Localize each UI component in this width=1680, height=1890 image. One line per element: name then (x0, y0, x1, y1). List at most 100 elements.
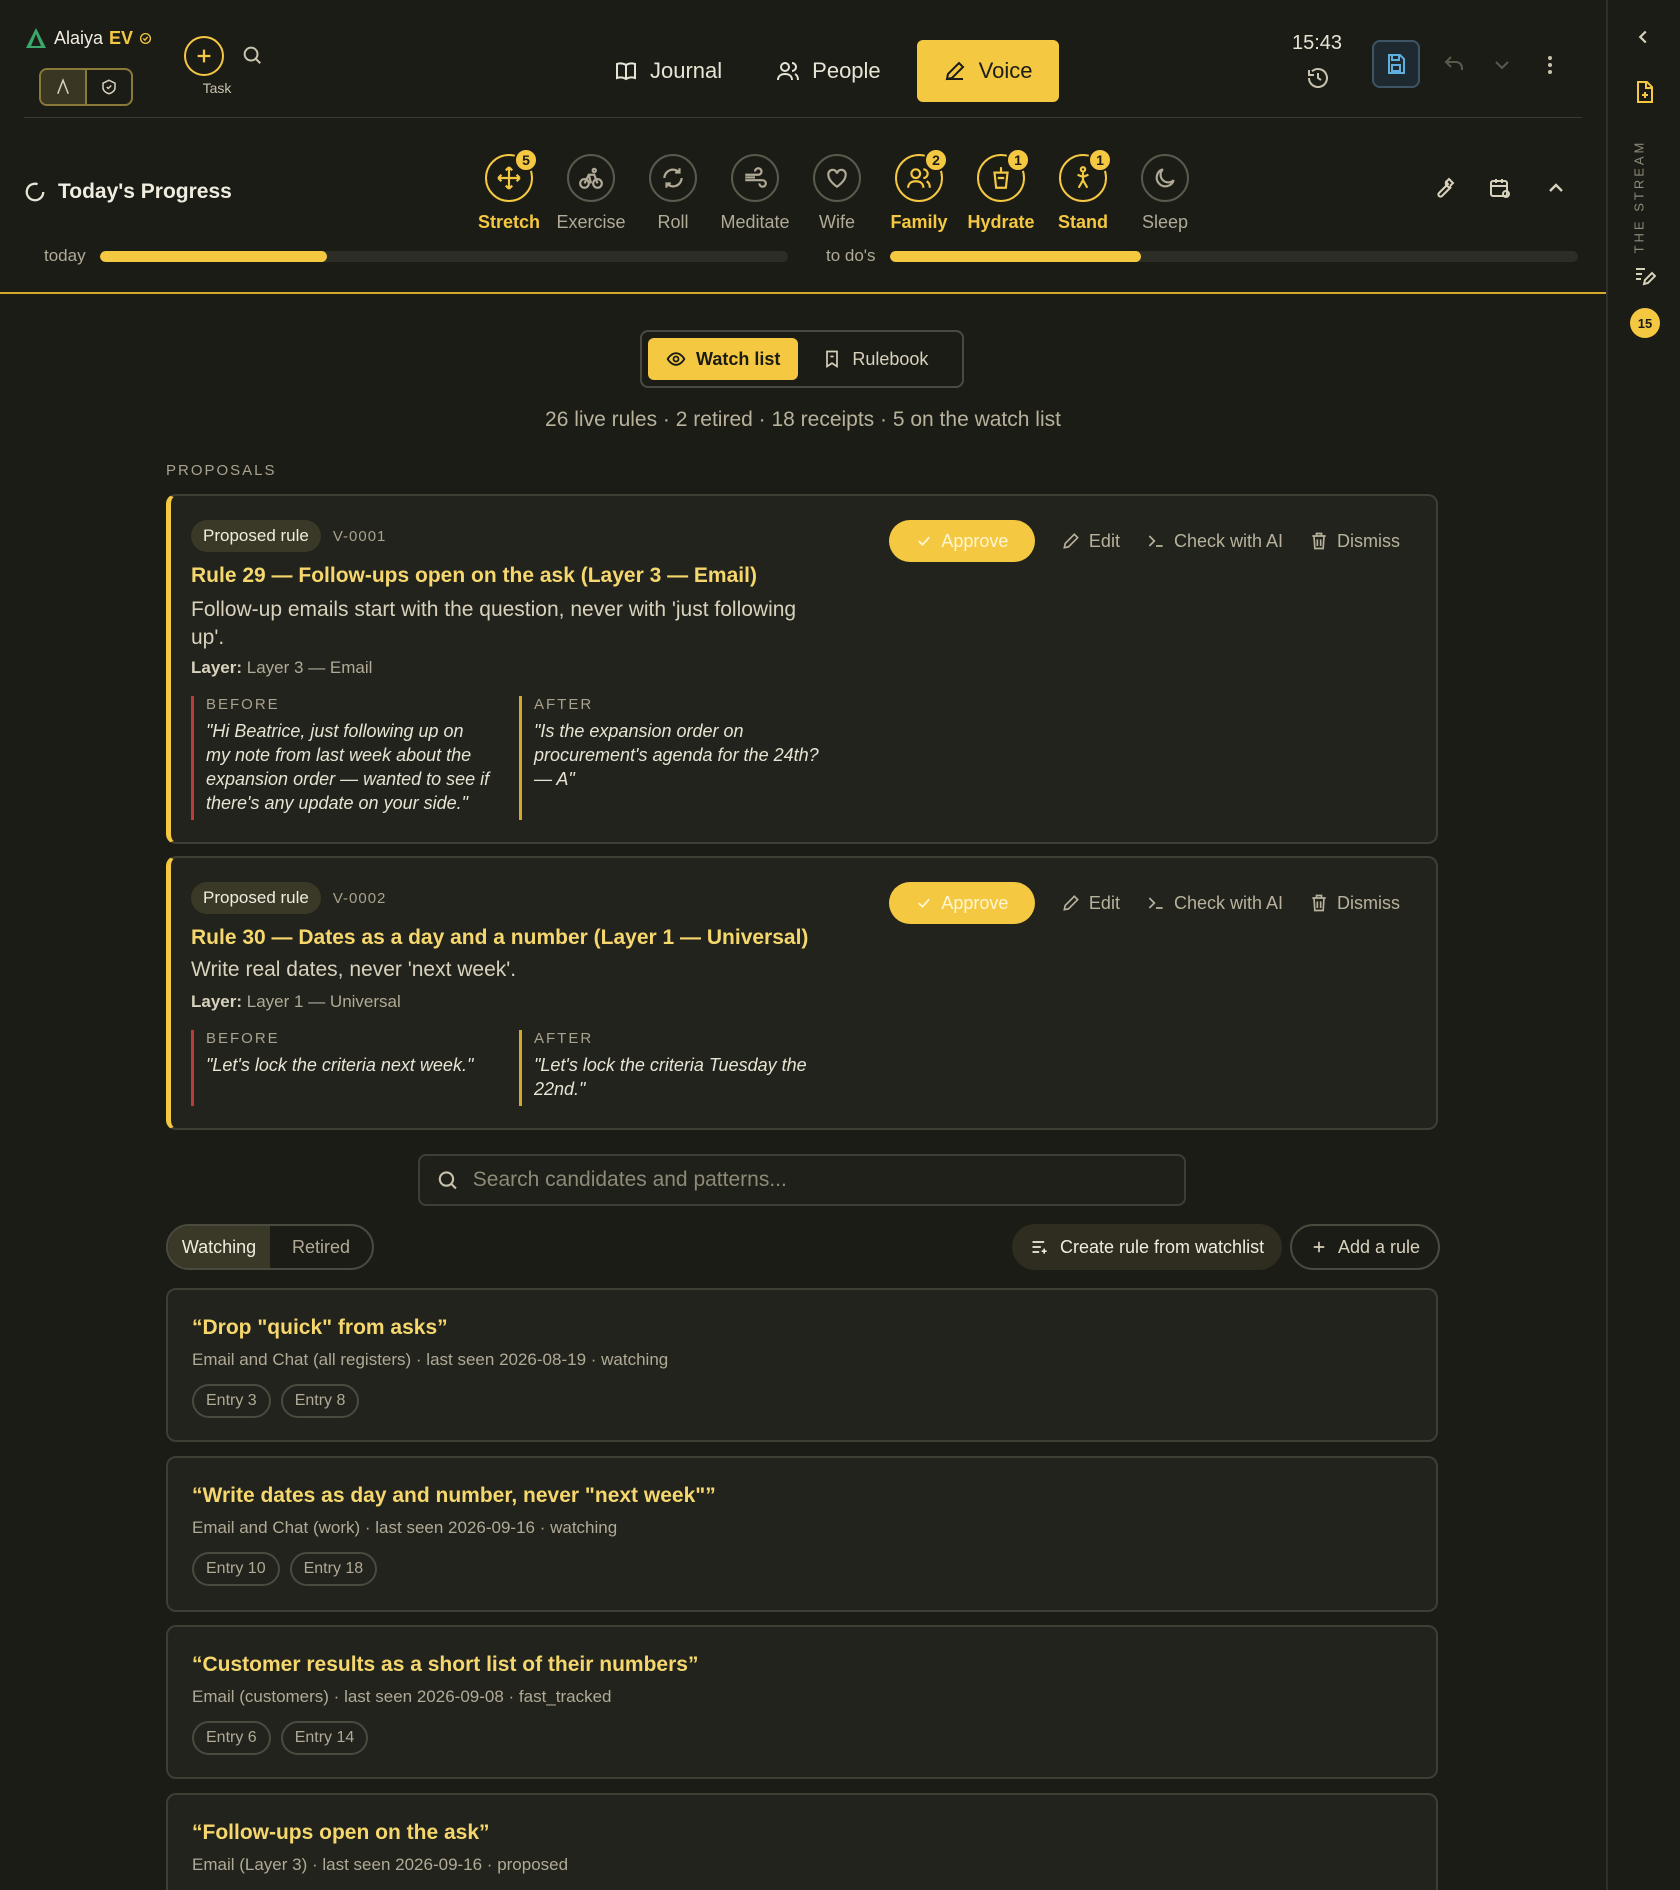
watch-entries: Entry 10 Entry 18 (192, 1552, 378, 1586)
today-progress-fill (99, 250, 327, 262)
watch-card[interactable]: “Write dates as day and number, never "n… (166, 1456, 1438, 1612)
before-example: BEFORE "Hi Beatrice, just following up o… (191, 696, 491, 820)
plus-icon (197, 49, 211, 63)
rulebook-tab[interactable]: Rulebook (804, 338, 946, 380)
retired-tab[interactable]: Retired (270, 1226, 372, 1268)
entry-chip[interactable]: Entry 14 (280, 1721, 369, 1755)
habit-stretch[interactable]: Stretch 5 (468, 148, 550, 233)
search-input[interactable] (472, 1168, 1168, 1192)
nav-voice[interactable]: Voice (916, 40, 1059, 102)
more-vertical-icon (1548, 56, 1552, 74)
habit-roll[interactable]: Roll (632, 154, 714, 233)
list-plus-icon (1032, 1241, 1047, 1254)
check-with-ai-button[interactable]: Check with AI (1146, 531, 1283, 552)
watch-card[interactable]: “Customer results as a short list of the… (166, 1625, 1438, 1779)
proposal-layer: Layer: Layer 1 — Universal (191, 992, 401, 1012)
new-note-button[interactable] (1632, 80, 1656, 104)
habit-label: Meditate (720, 212, 790, 232)
add-task-button[interactable] (184, 36, 224, 76)
nav-journal[interactable]: Journal (596, 40, 740, 102)
nav-journal-label: Journal (650, 58, 723, 83)
watch-list-tab[interactable]: Watch list (648, 338, 799, 380)
check-with-ai-button[interactable]: Check with AI (1146, 893, 1283, 914)
todos-progress-row: to do's (826, 246, 1578, 266)
create-rule-button[interactable]: Create rule from watchlist (1012, 1224, 1283, 1270)
check-label: Check with AI (1173, 892, 1283, 913)
search-button[interactable] (241, 44, 263, 66)
proposals-heading: PROPOSALS (166, 462, 277, 479)
wind-icon (745, 167, 767, 188)
habit-label: Hydrate (967, 212, 1035, 232)
approve-button[interactable]: Approve (888, 520, 1035, 562)
watch-status-toggle: Watching Retired (166, 1224, 374, 1270)
brand-logo[interactable]: Alaiya EV (24, 26, 152, 50)
eye-icon (666, 352, 686, 366)
entry-chip[interactable]: Entry 3 (192, 1384, 271, 1418)
layer-value: Layer 3 — Email (246, 658, 373, 677)
collapse-rail-button[interactable] (1632, 26, 1654, 48)
nav-people[interactable]: People (758, 40, 899, 102)
watch-card[interactable]: “Drop "quick" from asks” Email and Chat … (166, 1288, 1438, 1442)
watch-title: “Drop "quick" from asks” (192, 1316, 448, 1339)
watch-card[interactable]: “Follow-ups open on the ask” Email (Laye… (166, 1793, 1438, 1890)
after-example: AFTER "Let's lock the criteria Tuesday t… (519, 1030, 819, 1106)
dismiss-button[interactable]: Dismiss (1309, 531, 1400, 552)
entry-chip[interactable]: Entry 8 (280, 1384, 360, 1418)
watch-meta: Email and Chat (all registers) · last se… (192, 1350, 669, 1369)
undo-button[interactable] (1442, 53, 1466, 77)
habit-meditate[interactable]: Meditate (714, 154, 796, 233)
proposal-pill: Proposed rule (191, 520, 321, 552)
proposal-header: Proposed rule V-0002 (191, 882, 386, 914)
approve-button[interactable]: Approve (888, 882, 1035, 924)
wife-icon-circle (813, 154, 861, 202)
after-quote: "Let's lock the criteria Tuesday the 22n… (534, 1055, 807, 1099)
undo-icon (1444, 56, 1463, 70)
entry-chip[interactable]: Entry 10 (192, 1552, 280, 1586)
habit-label: Sleep (1141, 212, 1189, 232)
calendar-settings-icon[interactable] (1488, 176, 1512, 200)
stream-count-badge[interactable]: 15 (1630, 308, 1660, 338)
top-bar: Alaiya EV Task Journal People Voice 15:4… (24, 20, 1582, 118)
refresh-icon (663, 168, 683, 188)
proposal-actions: Approve Edit Check with AI Dismiss (888, 520, 1400, 562)
watching-tab[interactable]: Watching (168, 1226, 270, 1268)
terminal-icon (1148, 535, 1163, 547)
brand-suffix: EV (109, 27, 134, 48)
save-button[interactable] (1372, 40, 1420, 88)
add-rule-label: Add a rule (1338, 1236, 1421, 1257)
add-rule-button[interactable]: Add a rule (1290, 1224, 1441, 1270)
entry-chip[interactable]: Entry 18 (289, 1552, 378, 1586)
habit-label: Wife (819, 212, 855, 232)
history-button[interactable] (1306, 66, 1330, 90)
edit-button[interactable]: Edit (1061, 893, 1120, 914)
mode-writer[interactable] (41, 70, 87, 104)
proposal-card: Proposed rule V-0001 Rule 29 — Follow-up… (166, 494, 1438, 844)
habit-exercise[interactable]: Exercise (550, 154, 632, 233)
today-progress-track (99, 250, 788, 262)
edit-button[interactable]: Edit (1061, 531, 1120, 552)
pen-icon (945, 61, 965, 81)
more-menu-button[interactable] (1538, 53, 1562, 77)
search-bar (418, 1154, 1186, 1206)
habit-wife[interactable]: Wife (796, 154, 878, 233)
wrench-icon[interactable] (1432, 176, 1456, 200)
terminal-icon (1148, 897, 1163, 909)
habit-sleep[interactable]: Sleep (1124, 154, 1206, 233)
habit-stand[interactable]: Stand 1 (1042, 148, 1124, 233)
after-label: AFTER (534, 1030, 594, 1047)
stream-edit-button[interactable] (1632, 264, 1656, 288)
redo-dropdown[interactable] (1490, 53, 1514, 77)
habit-hydrate[interactable]: Hydrate 1 (960, 148, 1042, 233)
chevron-up-icon[interactable] (1544, 176, 1568, 200)
habit-family[interactable]: Family 2 (878, 148, 960, 233)
mode-shield[interactable] (87, 70, 131, 104)
habit-badge: 1 (1006, 148, 1030, 172)
stream-label: THE STREAM (1626, 136, 1652, 256)
proposal-id: V-0002 (332, 889, 387, 907)
trash-icon (1312, 532, 1326, 550)
after-label: AFTER (534, 696, 594, 713)
dismiss-button[interactable]: Dismiss (1309, 893, 1400, 914)
dismiss-label: Dismiss (1337, 530, 1400, 551)
watch-title: “Follow-ups open on the ask” (192, 1821, 490, 1844)
entry-chip[interactable]: Entry 6 (192, 1721, 271, 1755)
